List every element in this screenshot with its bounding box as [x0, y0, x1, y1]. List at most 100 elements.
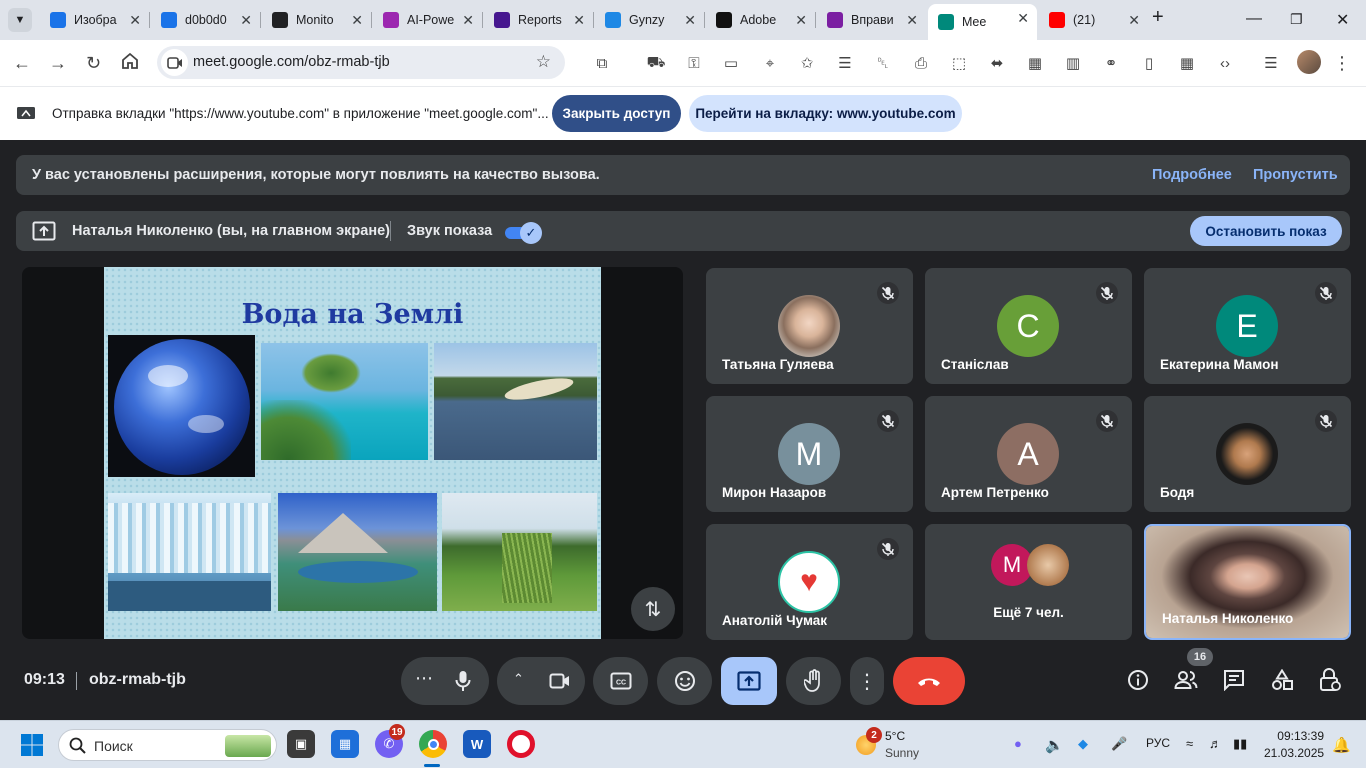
meeting-details-button[interactable]: [1125, 667, 1151, 693]
site-info-button[interactable]: [161, 49, 188, 76]
people-button[interactable]: [1173, 667, 1199, 693]
close-tab-icon[interactable]: ✕: [906, 12, 918, 29]
close-tab-icon[interactable]: ✕: [240, 12, 252, 29]
browser-tab[interactable]: Gynzy ✕: [595, 6, 704, 34]
car-icon[interactable]: ⛟: [646, 53, 666, 73]
back-button[interactable]: ←: [13, 53, 31, 74]
home-button[interactable]: [121, 52, 139, 75]
browser-tab[interactable]: (21) ✕: [1039, 6, 1148, 34]
start-button[interactable]: [18, 731, 46, 759]
bookmark-star-icon[interactable]: ☆: [536, 52, 551, 72]
browser-tab[interactable]: Изобра ✕: [40, 6, 149, 34]
battery-icon[interactable]: ▮▮: [1233, 736, 1247, 752]
close-tab-icon[interactable]: ✕: [684, 12, 696, 29]
chat-button[interactable]: [1221, 667, 1247, 693]
close-tab-icon[interactable]: ✕: [573, 12, 585, 29]
speaker-tray-icon[interactable]: 🔈: [1045, 736, 1064, 754]
microphone-icon[interactable]: [455, 670, 471, 692]
taskbar-clock-time[interactable]: 09:13:39: [1272, 729, 1324, 743]
participant-tile[interactable]: ♥ Анатолій Чумак: [706, 524, 913, 640]
microphone-tray-icon[interactable]: 🎤: [1111, 736, 1127, 752]
minimize-button[interactable]: —: [1246, 10, 1262, 28]
captions-button[interactable]: CC: [593, 657, 648, 705]
password-key-icon[interactable]: ⚿: [684, 53, 704, 73]
switch-to-tab-button[interactable]: Перейти на вкладку: www.youtube.com: [689, 95, 962, 132]
activities-button[interactable]: [1269, 667, 1295, 693]
participant-tile[interactable]: Татьяна Гуляева: [706, 268, 913, 384]
address-bar[interactable]: meet.google.com/obz-rmab-tjb ☆: [157, 46, 565, 79]
restore-button[interactable]: ❐: [1290, 11, 1303, 28]
participant-tile[interactable]: Е Екатерина Мамон: [1144, 268, 1351, 384]
opera-app-icon[interactable]: [507, 730, 535, 758]
print-icon[interactable]: ⎙: [911, 53, 931, 73]
camera-icon[interactable]: [549, 672, 571, 690]
taskbar-clock-date[interactable]: 21.03.2025: [1264, 746, 1324, 760]
wifi-icon[interactable]: ≈: [1186, 736, 1193, 751]
participant-tile[interactable]: Бодя: [1144, 396, 1351, 512]
input-language[interactable]: РУС: [1146, 736, 1170, 750]
link-icon[interactable]: ⚭: [1101, 53, 1121, 73]
location-pin-icon[interactable]: ⌖: [760, 53, 780, 73]
more-options-button[interactable]: ⋮: [850, 657, 884, 705]
participant-tile[interactable]: А Артем Петренко: [925, 396, 1132, 512]
raise-hand-button[interactable]: [786, 657, 841, 705]
learn-more-link[interactable]: Подробнее: [1152, 167, 1232, 183]
reading-mode-icon[interactable]: ▥: [1063, 53, 1083, 73]
close-tab-icon[interactable]: ✕: [1128, 12, 1140, 29]
browser-tab[interactable]: Mee ✕: [928, 4, 1037, 40]
card-icon[interactable]: ▭: [721, 53, 741, 73]
task-view-icon[interactable]: ▣: [287, 730, 315, 758]
word-app-icon[interactable]: W: [463, 730, 491, 758]
security-tray-icon[interactable]: ◆: [1078, 736, 1088, 752]
tab-search-button[interactable]: ▼: [8, 8, 32, 32]
code-icon[interactable]: ‹›: [1215, 53, 1235, 73]
reactions-button[interactable]: [657, 657, 712, 705]
browser-tab[interactable]: AI-Powe ✕: [373, 6, 482, 34]
browser-tab[interactable]: Вправи ✕: [817, 6, 926, 34]
store-app-icon[interactable]: ▦: [331, 730, 359, 758]
new-tab-button[interactable]: +: [1152, 6, 1164, 29]
sparkle-star-icon[interactable]: ✩: [797, 53, 817, 73]
skip-link[interactable]: Пропустить: [1253, 167, 1338, 183]
stop-presenting-button[interactable]: Остановить показ: [1190, 216, 1342, 246]
close-window-button[interactable]: ✕: [1336, 10, 1349, 30]
taskbar-search-box[interactable]: Поиск: [58, 729, 277, 761]
others-tile[interactable]: М Ещё 7 чел.: [925, 524, 1132, 640]
browser-tab[interactable]: d0b0d0 ✕: [151, 6, 260, 34]
close-tab-icon[interactable]: ✕: [462, 12, 474, 29]
close-tab-icon[interactable]: ✕: [795, 12, 807, 29]
participant-tile[interactable]: Наталья Николенко: [1144, 524, 1351, 640]
menu-kebab-icon[interactable]: ⋮: [1332, 53, 1352, 73]
leave-call-button[interactable]: [893, 657, 965, 705]
screenshot-icon[interactable]: ⬚: [949, 53, 969, 73]
translate-icon[interactable]: ⬌: [987, 53, 1007, 73]
media-control-icon[interactable]: ☰: [1261, 53, 1281, 73]
host-controls-button[interactable]: [1317, 667, 1343, 693]
more-audio-options-icon[interactable]: ⋯: [415, 668, 433, 689]
close-tab-icon[interactable]: ✕: [129, 12, 141, 29]
participant-tile[interactable]: С Станіслав: [925, 268, 1132, 384]
participant-tile[interactable]: М Мирон Назаров: [706, 396, 913, 512]
browser-tab[interactable]: Adobe ✕: [706, 6, 815, 34]
present-now-button[interactable]: [721, 657, 777, 705]
qr-code-icon[interactable]: ▦: [1025, 53, 1045, 73]
reload-button[interactable]: ↻: [86, 53, 101, 74]
profile-avatar[interactable]: [1297, 50, 1321, 74]
cast-icon[interactable]: ▯: [1139, 53, 1159, 73]
close-tab-icon[interactable]: ✕: [1017, 10, 1029, 27]
delete-icon[interactable]: ␡: [873, 53, 893, 73]
reading-list-icon[interactable]: ☰: [835, 53, 855, 73]
table-icon[interactable]: ▦: [1177, 53, 1197, 73]
chrome-app-icon[interactable]: [419, 730, 447, 758]
browser-tab[interactable]: Monito ✕: [262, 6, 371, 34]
share-audio-toggle[interactable]: ✓: [505, 222, 542, 244]
extensions-puzzle-icon[interactable]: ⧉: [592, 53, 612, 73]
forward-button[interactable]: →: [49, 53, 67, 74]
close-tab-icon[interactable]: ✕: [351, 12, 363, 29]
viber-tray-icon[interactable]: ●: [1014, 736, 1022, 751]
chevron-up-icon[interactable]: ⌃: [513, 671, 524, 687]
volume-icon[interactable]: ♬: [1209, 736, 1222, 751]
swap-layout-button[interactable]: ⇅: [631, 587, 675, 631]
notification-bell-icon[interactable]: 🔔: [1332, 736, 1351, 754]
browser-tab[interactable]: Reports ✕: [484, 6, 593, 34]
